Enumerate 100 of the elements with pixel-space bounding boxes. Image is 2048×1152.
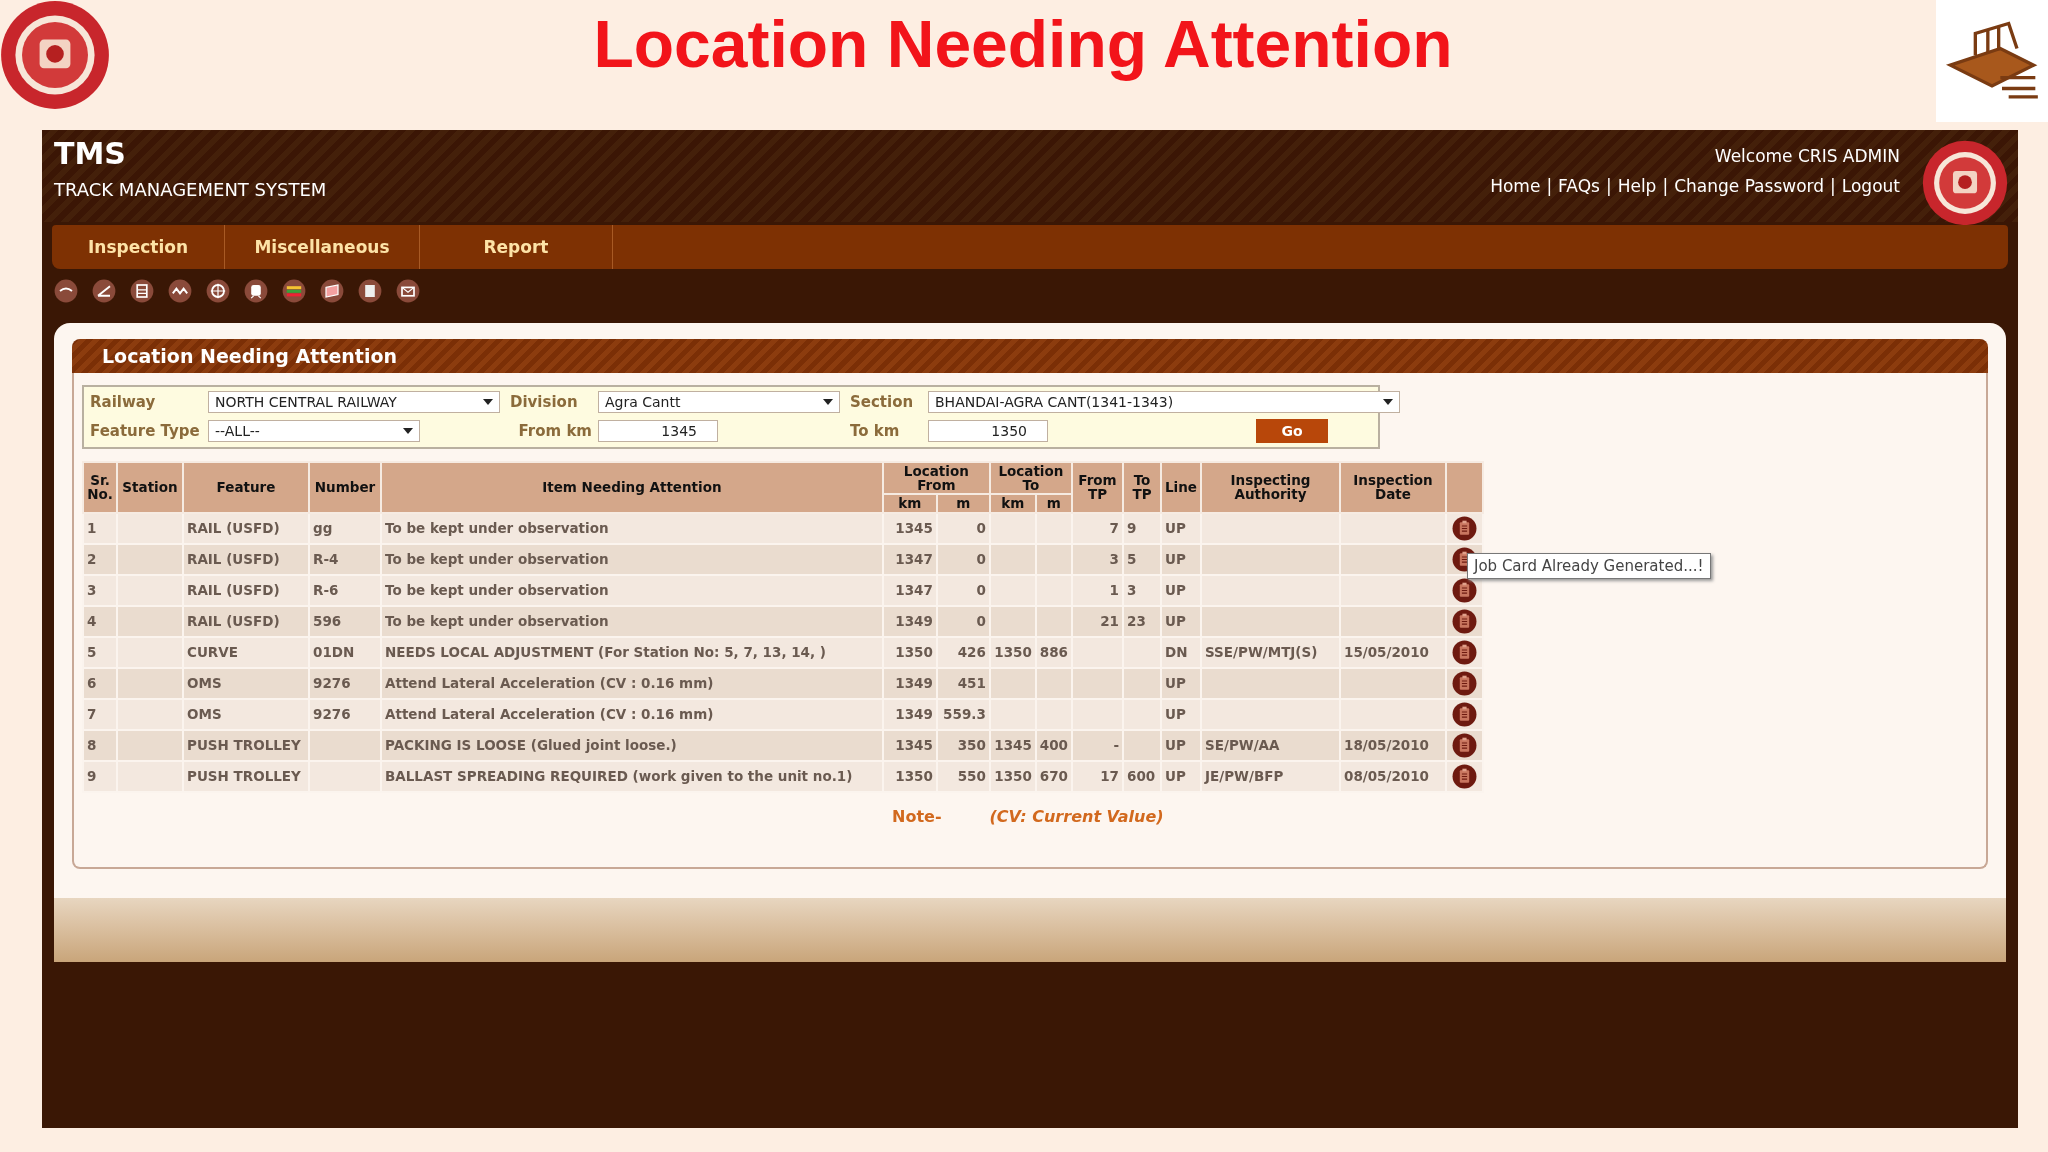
header-link[interactable]: Home — [1490, 176, 1541, 196]
header-link[interactable]: Logout — [1841, 176, 1900, 196]
table-cell: 3 — [1127, 582, 1137, 598]
clipboard-icon[interactable] — [1452, 701, 1477, 727]
table-cell: 1350 — [895, 768, 933, 784]
go-button[interactable]: Go — [1256, 419, 1328, 443]
table-cell: 1349 — [895, 613, 933, 629]
table-cell: SSE/PW/MTJ(S) — [1205, 644, 1318, 660]
table-cell: UP — [1165, 706, 1186, 722]
table-cell: To be kept under observation — [385, 613, 609, 629]
table-cell: 1350 — [895, 644, 933, 660]
column-header: Location From — [882, 462, 990, 495]
table-cell: 23 — [1127, 613, 1146, 629]
table-cell: UP — [1165, 737, 1186, 753]
page-icon[interactable] — [358, 279, 382, 303]
table-cell: 8 — [87, 737, 97, 753]
table-cell: 5 — [87, 644, 97, 660]
table-cell: 1349 — [895, 706, 933, 722]
table-cell: 886 — [1039, 644, 1068, 660]
link-separator: | — [1830, 176, 1836, 196]
table-cell: BALLAST SPREADING REQUIRED (work given to the unit no.1) — [385, 768, 853, 784]
table-cell: 1347 — [895, 582, 933, 598]
menu-item[interactable]: Miscellaneous — [225, 225, 420, 269]
table-cell: 1347 — [895, 551, 933, 567]
slide-title: Location Needing Attention — [592, 6, 1454, 82]
table-cell: RAIL (USFD) — [187, 551, 280, 567]
table-cell: 1345 — [994, 737, 1032, 753]
clipboard-icon[interactable] — [1452, 732, 1477, 758]
track-icon[interactable] — [54, 279, 78, 303]
table-cell: 5 — [1127, 551, 1137, 567]
table-cell: 426 — [957, 644, 986, 660]
table-cell: 3 — [87, 582, 97, 598]
table-cell: DN — [1165, 644, 1188, 660]
app-name: TMS — [54, 136, 127, 171]
table-cell: gg — [313, 520, 333, 536]
clipboard-icon[interactable] — [1452, 670, 1477, 696]
mail-icon[interactable] — [396, 279, 420, 303]
header-link[interactable]: Change Password — [1674, 176, 1825, 196]
table-cell: 9 — [1127, 520, 1137, 536]
link-separator: | — [1605, 176, 1612, 196]
menu-item[interactable]: Inspection — [52, 225, 225, 269]
crosshair-icon[interactable] — [206, 279, 230, 303]
column-header: Location To — [989, 462, 1072, 495]
column-header: Feature — [183, 462, 309, 513]
table-cell: 1 — [1109, 582, 1119, 598]
caret-icon — [403, 428, 413, 434]
table-cell: 4 — [87, 613, 97, 629]
grid-icon[interactable] — [130, 279, 154, 303]
table-cell: 21 — [1100, 613, 1119, 629]
table-cell: 7 — [1109, 520, 1119, 536]
table-cell: UP — [1165, 768, 1186, 784]
from-km-field[interactable]: 1345 — [598, 420, 718, 442]
column-header: Station — [117, 462, 183, 513]
header-link[interactable]: Help — [1617, 176, 1657, 196]
table-cell: R-6 — [313, 582, 339, 598]
header-link[interactable]: FAQs — [1558, 176, 1600, 196]
to-km-field[interactable]: 1350 — [928, 420, 1048, 442]
table-cell: 08/05/2010 — [1344, 768, 1429, 784]
table-cell: 600 — [1127, 768, 1156, 784]
clipboard-icon[interactable] — [1452, 763, 1477, 789]
table-cell: R-4 — [313, 551, 339, 567]
field-label: To km — [849, 422, 901, 440]
flag-icon[interactable] — [320, 279, 344, 303]
table-cell: UP — [1165, 613, 1186, 629]
train-icon[interactable] — [244, 279, 268, 303]
stack-icon[interactable] — [282, 279, 306, 303]
section-dropdown[interactable]: BHANDAI-AGRA CANT(1341-1343) — [928, 391, 1400, 413]
wave-icon[interactable] — [168, 279, 192, 303]
table-cell: 2 — [87, 551, 97, 567]
column-header: Sr. No. — [83, 462, 117, 513]
table-cell: 451 — [957, 675, 986, 691]
table-cell: RAIL (USFD) — [187, 582, 280, 598]
table-cell: 559.3 — [943, 706, 986, 722]
table-cell: 400 — [1039, 737, 1068, 753]
table-cell: 1350 — [994, 644, 1032, 660]
caret-icon — [823, 399, 833, 405]
feature-type-dropdown[interactable]: --ALL-- — [208, 420, 420, 442]
table-cell: 1350 — [994, 768, 1032, 784]
table-cell: 3 — [1109, 551, 1119, 567]
column-header: Inspection Date — [1340, 462, 1446, 513]
column-header: Item Needing Attention — [381, 462, 883, 513]
menu-item[interactable]: Report — [420, 225, 613, 269]
field-label: From km — [517, 422, 593, 440]
slope-icon[interactable] — [92, 279, 116, 303]
clipboard-icon[interactable] — [1452, 608, 1477, 634]
note-text: (CV: Current Value) — [989, 806, 1164, 826]
table-cell: 1345 — [895, 737, 933, 753]
table-cell: 1345 — [895, 520, 933, 536]
table-cell: 0 — [976, 551, 986, 567]
railway-dropdown[interactable]: NORTH CENTRAL RAILWAY — [208, 391, 500, 413]
table-cell: 6 — [87, 675, 97, 691]
column-header: Line — [1161, 462, 1201, 513]
clipboard-icon[interactable] — [1452, 577, 1477, 603]
clipboard-icon[interactable] — [1452, 515, 1477, 541]
division-dropdown[interactable]: Agra Cantt — [598, 391, 840, 413]
app-subtitle: TRACK MANAGEMENT SYSTEM — [54, 179, 327, 200]
clipboard-icon[interactable] — [1452, 639, 1477, 665]
column-header: From TP — [1072, 462, 1123, 513]
column-header: Inspecting Authority — [1201, 462, 1340, 513]
table-cell: Attend Lateral Acceleration (CV : 0.16 mm) — [385, 675, 714, 691]
